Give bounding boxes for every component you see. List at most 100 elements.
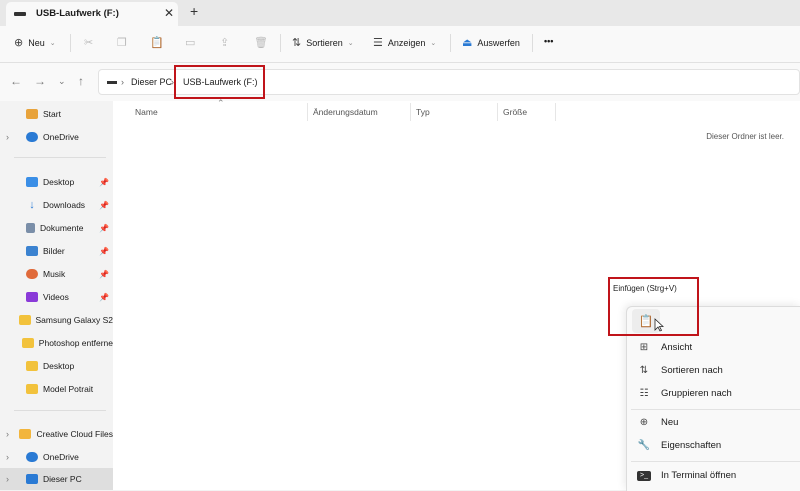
chevron-right-icon[interactable]: › [6, 474, 16, 484]
column-divider[interactable] [555, 103, 556, 121]
breadcrumb-separator[interactable]: › [121, 77, 124, 87]
sidebar-item-onedrive[interactable]: › OneDrive [0, 126, 113, 148]
folder-icon [19, 429, 32, 439]
column-divider[interactable] [410, 103, 411, 121]
sidebar-item-folder[interactable]: Samsung Galaxy S2 [0, 309, 113, 331]
grid-icon: ⊞ [639, 342, 649, 353]
chevron-right-icon[interactable]: › [6, 132, 16, 142]
menu-item-properties[interactable]: 🔧 Eigenschaften [637, 440, 721, 451]
menu-item-label: Neu [661, 417, 679, 428]
back-arrow-icon[interactable]: ← [10, 74, 22, 88]
menu-item-label: Sortieren nach [661, 365, 723, 376]
sort-indicator-icon: ⌃ [217, 98, 225, 108]
divider [631, 461, 800, 462]
share-icon: ⇪ [220, 37, 230, 49]
column-header-name[interactable]: Name [135, 107, 158, 117]
folder-icon [26, 384, 38, 394]
up-arrow-icon[interactable]: ↑ [78, 74, 84, 88]
pin-icon[interactable]: 📌 [99, 293, 109, 302]
empty-folder-message: Dieser Ordner ist leer. [706, 132, 784, 141]
sidebar-item-label: Dokumente [40, 223, 84, 233]
sort-button[interactable]: ⇅ Sortieren ⌄ [292, 36, 354, 49]
sidebar-item-videos[interactable]: Videos 📌 [0, 286, 113, 308]
delete-button[interactable]: 🗑 [254, 36, 268, 49]
copy-button[interactable]: ❐ [117, 36, 127, 49]
sidebar-item-this-pc[interactable]: › Dieser PC [0, 468, 113, 490]
sidebar-item-start[interactable]: Start [0, 103, 113, 125]
rename-icon: ▭ [185, 37, 196, 49]
chevron-right-icon[interactable]: › [6, 429, 9, 439]
sidebar-item-creative-cloud[interactable]: › Creative Cloud Files [0, 423, 113, 445]
eject-label: Auswerfen [477, 37, 520, 48]
sidebar-item-documents[interactable]: Dokumente 📌 [0, 217, 113, 239]
breadcrumb-this-pc[interactable]: Dieser PC [131, 77, 172, 87]
sidebar-item-label: Musik [43, 269, 66, 279]
cut-button[interactable]: ✂ [84, 36, 93, 49]
sidebar-item-label: OneDrive [43, 132, 79, 142]
menu-item-sort-by[interactable]: ⇅ Sortieren nach [637, 365, 723, 376]
pin-icon[interactable]: 📌 [99, 247, 109, 256]
menu-item-label: Gruppieren nach [661, 388, 732, 399]
tab-usb-drive[interactable]: USB-Laufwerk (F:) ✕ [6, 2, 178, 26]
new-tab-button[interactable]: + [190, 3, 198, 19]
highlight-box-address [174, 65, 265, 99]
view-button[interactable]: ☰ Anzeigen ⌄ [373, 36, 436, 49]
folder-icon [26, 361, 38, 371]
sidebar-item-label: Downloads [43, 200, 86, 210]
sidebar-item-onedrive[interactable]: › OneDrive [0, 446, 113, 468]
sidebar-item-label: Start [43, 109, 61, 119]
share-button[interactable]: ⇪ [220, 36, 229, 49]
view-label: Anzeigen [387, 37, 426, 48]
pin-icon[interactable]: 📌 [99, 270, 109, 279]
chevron-right-icon[interactable]: › [6, 452, 16, 462]
menu-item-new[interactable]: ⊕ Neu [637, 417, 679, 428]
sidebar-item-downloads[interactable]: ↓ Downloads 📌 [0, 194, 113, 216]
clipboard-icon: 📋 [150, 37, 164, 49]
forward-arrow-icon[interactable]: → [34, 74, 46, 88]
menu-item-open-terminal[interactable]: >_ In Terminal öffnen [637, 470, 736, 481]
sidebar-item-folder[interactable]: Photoshop entferne [0, 332, 113, 354]
pin-icon[interactable]: 📌 [99, 201, 109, 210]
paste-button[interactable]: 📋 [150, 36, 164, 49]
trash-icon: 🗑 [254, 37, 268, 49]
sidebar-item-label: Samsung Galaxy S2 [35, 315, 113, 325]
more-icon: ••• [544, 36, 554, 46]
pin-icon[interactable]: 📌 [99, 178, 109, 187]
sidebar-item-label: Desktop [43, 177, 75, 187]
menu-item-view[interactable]: ⊞ Ansicht [637, 342, 692, 353]
computer-icon [26, 474, 38, 484]
more-options-button[interactable]: ••• [544, 36, 553, 46]
home-icon [26, 109, 38, 119]
divider [14, 410, 106, 411]
sidebar-item-music[interactable]: Musik 📌 [0, 263, 113, 285]
column-divider[interactable] [497, 103, 498, 121]
navigation-pane: Start › OneDrive Desktop 📌 ↓ Downloads 📌… [0, 101, 113, 490]
drive-icon [14, 12, 26, 16]
column-divider[interactable] [307, 103, 308, 121]
sort-label: Sortieren [306, 37, 343, 48]
sidebar-item-folder[interactable]: Desktop [0, 355, 113, 377]
recent-locations-icon[interactable]: ⌄ [58, 76, 66, 87]
cloud-icon [26, 452, 38, 462]
column-header-type[interactable]: Typ [416, 107, 430, 117]
column-header-date[interactable]: Änderungsdatum [313, 107, 378, 117]
divider [14, 157, 106, 158]
desktop-icon [26, 177, 38, 187]
menu-item-group-by[interactable]: ☷ Gruppieren nach [637, 388, 732, 399]
sidebar-item-folder[interactable]: Model Potrait [0, 378, 113, 400]
column-header-size[interactable]: Größe [503, 107, 527, 117]
pin-icon[interactable]: 📌 [99, 224, 109, 233]
new-button[interactable]: ⊕ Neu ⌄ [14, 36, 56, 49]
sidebar-item-label: Model Potrait [43, 384, 94, 394]
eject-button[interactable]: ⏏ Auswerfen [462, 36, 520, 49]
command-bar: ⊕ Neu ⌄ ✂ ❐ 📋 ▭ ⇪ 🗑 ⇅ Sortieren ⌄ ☰ Anze… [0, 26, 800, 63]
sidebar-item-desktop[interactable]: Desktop 📌 [0, 171, 113, 193]
sidebar-item-label: Bilder [43, 246, 65, 256]
highlight-box-paste [608, 277, 699, 336]
close-tab-icon[interactable]: ✕ [164, 6, 174, 20]
rename-button[interactable]: ▭ [185, 36, 195, 49]
sidebar-item-pictures[interactable]: Bilder 📌 [0, 240, 113, 262]
divider [532, 34, 533, 52]
sort-icon: ⇅ [292, 37, 302, 49]
sidebar-item-label: Creative Cloud Files [36, 429, 113, 439]
